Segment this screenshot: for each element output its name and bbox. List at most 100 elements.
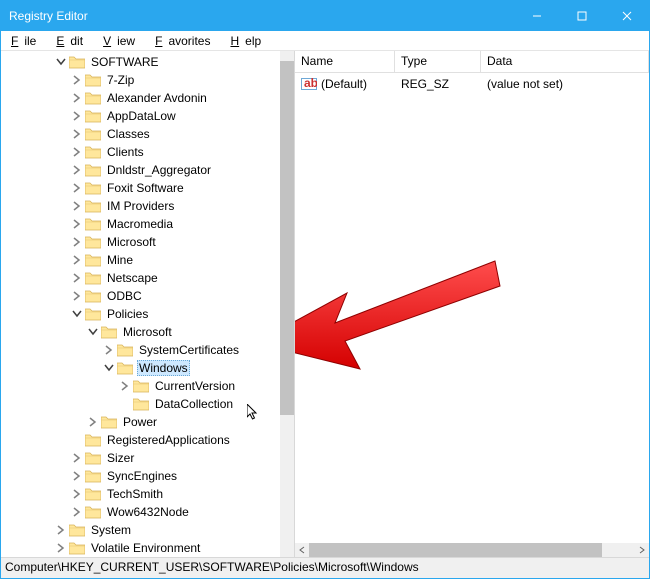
- folder-icon: [101, 325, 117, 339]
- chevron-right-icon[interactable]: [71, 470, 83, 482]
- tree-item-alexander-avdonin[interactable]: Alexander Avdonin: [3, 89, 280, 107]
- status-path: Computer\HKEY_CURRENT_USER\SOFTWARE\Poli…: [5, 560, 419, 574]
- chevron-right-icon[interactable]: [71, 200, 83, 212]
- chevron-right-icon[interactable]: [71, 218, 83, 230]
- tree-item-label: 7-Zip: [105, 73, 136, 87]
- folder-icon: [85, 181, 101, 195]
- tree-item-label: Foxit Software: [105, 181, 186, 195]
- tree-item-system[interactable]: System: [3, 521, 280, 539]
- chevron-right-icon[interactable]: [87, 416, 99, 428]
- folder-icon: [101, 415, 117, 429]
- chevron-right-icon[interactable]: [71, 236, 83, 248]
- folder-icon: [85, 307, 101, 321]
- tree-scroll[interactable]: SOFTWARE 7-Zip Alexander Avdonin AppData…: [1, 51, 280, 557]
- chevron-right-icon[interactable]: [71, 290, 83, 302]
- chevron-right-icon[interactable]: [71, 164, 83, 176]
- tree-item-microsoft[interactable]: Microsoft: [3, 233, 280, 251]
- chevron-right-icon[interactable]: [71, 110, 83, 122]
- folder-icon: [85, 271, 101, 285]
- tree-item-label: SOFTWARE: [89, 55, 161, 69]
- tree-item-label: Mine: [105, 253, 135, 267]
- chevron-right-icon[interactable]: [119, 380, 131, 392]
- chevron-right-icon[interactable]: [71, 146, 83, 158]
- scroll-right-icon[interactable]: [635, 543, 649, 557]
- values-list[interactable]: (Default) REG_SZ (value not set): [295, 73, 649, 557]
- tree-item-foxit-software[interactable]: Foxit Software: [3, 179, 280, 197]
- tree-item-power[interactable]: Power: [3, 413, 280, 431]
- folder-icon: [69, 541, 85, 555]
- menu-favorites[interactable]: Favorites: [149, 32, 222, 50]
- folder-icon: [85, 145, 101, 159]
- chevron-right-icon[interactable]: [71, 452, 83, 464]
- tree-item-odbc[interactable]: ODBC: [3, 287, 280, 305]
- menu-edit[interactable]: Edit: [50, 32, 95, 50]
- tree-item-windows[interactable]: Windows: [3, 359, 280, 377]
- tree-item-netscape[interactable]: Netscape: [3, 269, 280, 287]
- tree-item-datacollection[interactable]: DataCollection: [3, 395, 280, 413]
- tree-item-classes[interactable]: Classes: [3, 125, 280, 143]
- tree-item-microsoft[interactable]: Microsoft: [3, 323, 280, 341]
- chevron-right-icon[interactable]: [71, 506, 83, 518]
- chevron-right-icon[interactable]: [71, 74, 83, 86]
- menu-view[interactable]: View: [97, 32, 147, 50]
- tree-item-clients[interactable]: Clients: [3, 143, 280, 161]
- tree-item-label: Dnldstr_Aggregator: [105, 163, 213, 177]
- chevron-right-icon[interactable]: [71, 182, 83, 194]
- chevron-right-icon[interactable]: [71, 128, 83, 140]
- values-header: Name Type Data: [295, 51, 649, 73]
- chevron-down-icon[interactable]: [71, 308, 83, 320]
- tree-item-7-zip[interactable]: 7-Zip: [3, 71, 280, 89]
- tree-item-label: Alexander Avdonin: [105, 91, 209, 105]
- tree-item-sizer[interactable]: Sizer: [3, 449, 280, 467]
- tree-item-label: CurrentVersion: [153, 379, 237, 393]
- tree-item-systemcertificates[interactable]: SystemCertificates: [3, 341, 280, 359]
- tree-item-policies[interactable]: Policies: [3, 305, 280, 323]
- chevron-right-icon[interactable]: [103, 344, 115, 356]
- chevron-right-icon[interactable]: [55, 542, 67, 554]
- tree-item-techsmith[interactable]: TechSmith: [3, 485, 280, 503]
- value-type: REG_SZ: [395, 77, 481, 91]
- column-data[interactable]: Data: [481, 51, 649, 72]
- tree-item-software[interactable]: SOFTWARE: [3, 53, 280, 71]
- chevron-down-icon[interactable]: [103, 362, 115, 374]
- chevron-right-icon[interactable]: [71, 254, 83, 266]
- values-scrollbar-horizontal[interactable]: [295, 543, 649, 557]
- scrollbar-thumb[interactable]: [280, 61, 294, 415]
- tree-item-syncengines[interactable]: SyncEngines: [3, 467, 280, 485]
- tree-item-macromedia[interactable]: Macromedia: [3, 215, 280, 233]
- tree-scrollbar-vertical[interactable]: [280, 51, 294, 557]
- folder-icon: [85, 127, 101, 141]
- tree-item-dnldstr-aggregator[interactable]: Dnldstr_Aggregator: [3, 161, 280, 179]
- folder-icon: [85, 289, 101, 303]
- folder-icon: [85, 199, 101, 213]
- column-type[interactable]: Type: [395, 51, 481, 72]
- chevron-down-icon[interactable]: [87, 326, 99, 338]
- menu-help[interactable]: Help: [224, 32, 273, 50]
- value-row[interactable]: (Default) REG_SZ (value not set): [295, 75, 649, 93]
- tree-item-label: Power: [121, 415, 159, 429]
- close-button[interactable]: [604, 1, 649, 31]
- tree-item-label: SystemCertificates: [137, 343, 241, 357]
- chevron-right-icon[interactable]: [71, 272, 83, 284]
- tree-item-currentversion[interactable]: CurrentVersion: [3, 377, 280, 395]
- titlebar[interactable]: Registry Editor: [1, 1, 649, 31]
- folder-icon: [133, 397, 149, 411]
- scroll-left-icon[interactable]: [295, 543, 309, 557]
- chevron-right-icon[interactable]: [55, 524, 67, 536]
- chevron-down-icon[interactable]: [55, 56, 67, 68]
- menu-file[interactable]: File: [5, 32, 48, 50]
- tree-item-volatile-environment[interactable]: Volatile Environment: [3, 539, 280, 557]
- tree-item-mine[interactable]: Mine: [3, 251, 280, 269]
- column-name[interactable]: Name: [295, 51, 395, 72]
- tree-item-label: DataCollection: [153, 397, 235, 411]
- tree-item-appdatalow[interactable]: AppDataLow: [3, 107, 280, 125]
- body-split: SOFTWARE 7-Zip Alexander Avdonin AppData…: [1, 51, 649, 558]
- minimize-button[interactable]: [514, 1, 559, 31]
- tree-item-wow6432node[interactable]: Wow6432Node: [3, 503, 280, 521]
- maximize-button[interactable]: [559, 1, 604, 31]
- folder-icon: [69, 55, 85, 69]
- tree-item-registeredapplications[interactable]: RegisteredApplications: [3, 431, 280, 449]
- chevron-right-icon[interactable]: [71, 92, 83, 104]
- tree-item-im-providers[interactable]: IM Providers: [3, 197, 280, 215]
- chevron-right-icon[interactable]: [71, 488, 83, 500]
